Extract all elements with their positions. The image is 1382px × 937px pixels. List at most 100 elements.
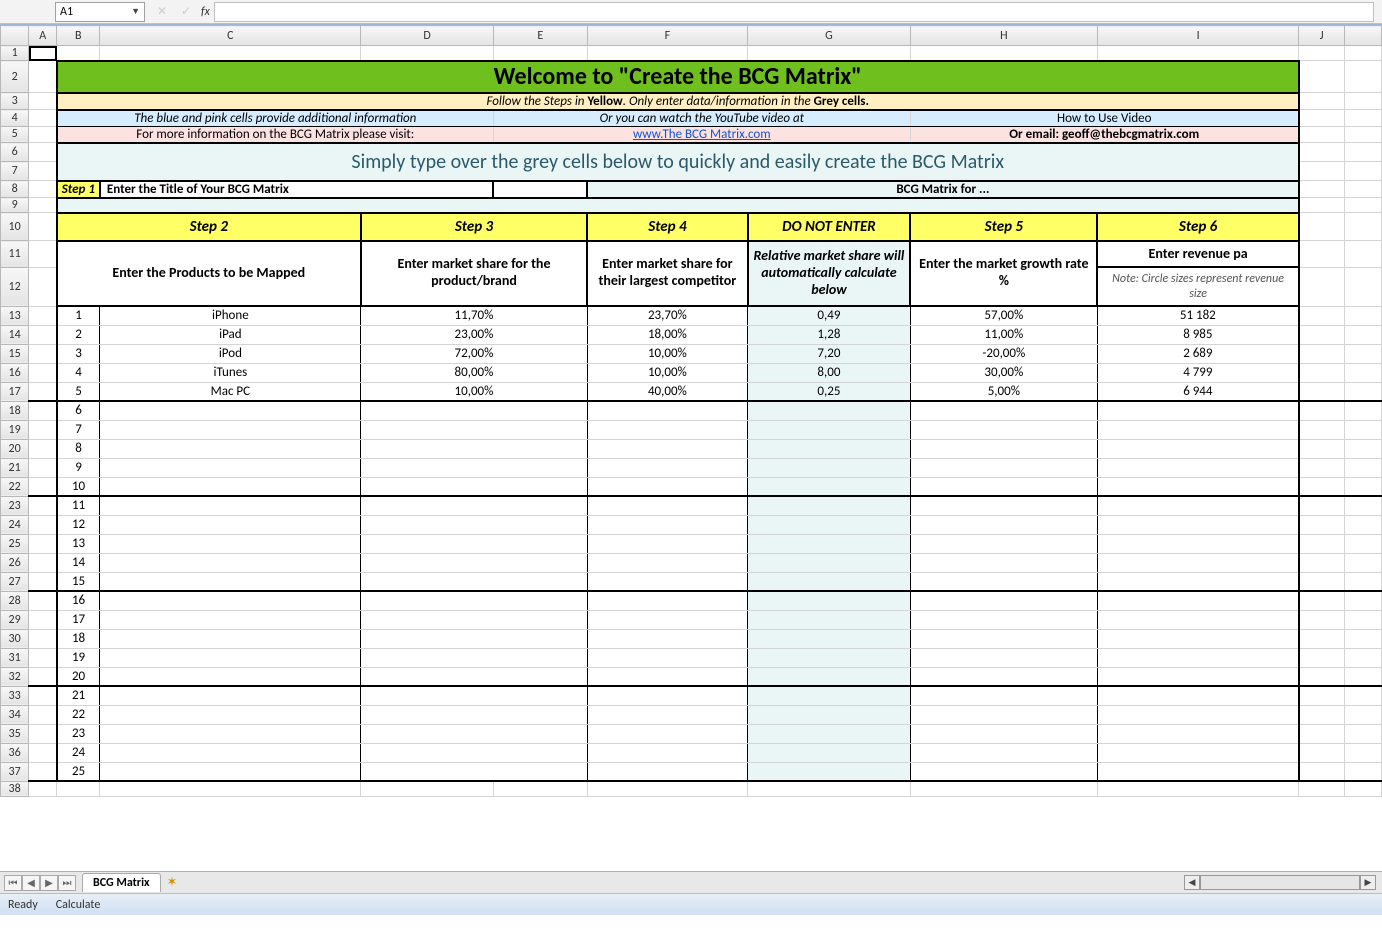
cell[interactable] (1345, 46, 1382, 61)
product-name[interactable] (100, 610, 361, 629)
cell[interactable] (1345, 534, 1382, 553)
row-header[interactable]: 37 (1, 762, 29, 781)
product-name[interactable] (100, 648, 361, 667)
growth-rate[interactable] (910, 705, 1097, 724)
growth-rate[interactable]: 30,00% (910, 363, 1097, 382)
row-header[interactable]: 21 (1, 458, 29, 477)
row-header[interactable]: 13 (1, 306, 29, 325)
revenue[interactable] (1097, 534, 1298, 553)
row-header[interactable]: 16 (1, 363, 29, 382)
growth-rate[interactable] (910, 743, 1097, 762)
product-name[interactable]: iPad (100, 325, 361, 344)
product-name[interactable] (100, 496, 361, 515)
product-share[interactable] (361, 439, 587, 458)
product-name[interactable] (100, 667, 361, 686)
product-share[interactable] (361, 515, 587, 534)
row-header[interactable]: 29 (1, 610, 29, 629)
selected-cell[interactable] (29, 46, 57, 61)
name-box[interactable]: A1 ▼ (55, 2, 145, 22)
cell[interactable] (1345, 572, 1382, 591)
scroll-right-icon[interactable]: ▶ (1360, 875, 1376, 890)
cell[interactable] (1299, 458, 1345, 477)
product-name[interactable] (100, 705, 361, 724)
competitor-share[interactable]: 18,00% (587, 325, 748, 344)
product-share[interactable] (361, 401, 587, 420)
cell[interactable] (1299, 591, 1345, 610)
cell[interactable] (29, 143, 57, 162)
growth-rate[interactable]: -20,00% (910, 344, 1097, 363)
cell[interactable] (57, 781, 100, 796)
cell[interactable] (1345, 267, 1382, 306)
revenue[interactable] (1097, 610, 1298, 629)
product-share[interactable] (361, 477, 587, 496)
cell[interactable] (29, 629, 57, 648)
growth-rate[interactable] (910, 458, 1097, 477)
competitor-share[interactable]: 23,70% (587, 306, 748, 325)
tab-first-icon[interactable]: ⏮ (4, 875, 22, 891)
cell[interactable] (1299, 110, 1345, 127)
growth-rate[interactable] (910, 667, 1097, 686)
cell[interactable] (29, 306, 57, 325)
chevron-down-icon[interactable]: ▼ (131, 6, 140, 17)
product-share[interactable] (361, 572, 587, 591)
cell[interactable] (29, 363, 57, 382)
revenue[interactable] (1097, 553, 1298, 572)
cell[interactable] (361, 46, 494, 61)
cell[interactable] (748, 781, 911, 796)
spreadsheet-grid[interactable]: ABCDEFGHIJ 12Welcome to "Create the BCG … (0, 24, 1382, 871)
cell[interactable] (1299, 306, 1345, 325)
col-header[interactable]: H (910, 26, 1097, 46)
cell[interactable] (1345, 420, 1382, 439)
cell[interactable] (1299, 667, 1345, 686)
growth-rate[interactable] (910, 553, 1097, 572)
competitor-share[interactable] (587, 610, 748, 629)
cell[interactable] (100, 46, 361, 61)
cell[interactable] (29, 401, 57, 420)
cell[interactable] (100, 781, 361, 796)
row-header[interactable]: 20 (1, 439, 29, 458)
cell[interactable] (29, 648, 57, 667)
growth-rate[interactable] (910, 439, 1097, 458)
cell[interactable] (29, 241, 57, 268)
cell[interactable] (1345, 705, 1382, 724)
cell[interactable] (29, 162, 57, 181)
cell[interactable] (1345, 306, 1382, 325)
cell[interactable] (910, 46, 1097, 61)
cell[interactable] (493, 181, 587, 198)
cell[interactable] (29, 515, 57, 534)
product-name[interactable]: iPod (100, 344, 361, 363)
growth-rate[interactable] (910, 420, 1097, 439)
cell[interactable] (1299, 382, 1345, 401)
revenue[interactable] (1097, 705, 1298, 724)
cell[interactable] (1345, 93, 1382, 110)
cell[interactable] (1345, 591, 1382, 610)
cell[interactable] (1299, 363, 1345, 382)
growth-rate[interactable]: 5,00% (910, 382, 1097, 401)
cell[interactable] (1345, 126, 1382, 143)
cell[interactable] (1345, 553, 1382, 572)
product-name[interactable]: iTunes (100, 363, 361, 382)
competitor-share[interactable] (587, 439, 748, 458)
cell[interactable] (493, 781, 587, 796)
col-header[interactable]: I (1097, 26, 1298, 46)
tab-last-icon[interactable]: ⏭ (58, 875, 76, 891)
product-share[interactable]: 11,70% (361, 306, 587, 325)
sheet-tab[interactable]: BCG Matrix (82, 873, 161, 892)
accept-formula-icon[interactable]: ✓ (177, 3, 195, 21)
product-share[interactable] (361, 762, 587, 781)
product-name[interactable] (100, 743, 361, 762)
cell[interactable] (1345, 496, 1382, 515)
growth-rate[interactable] (910, 629, 1097, 648)
cell[interactable] (29, 705, 57, 724)
cell[interactable] (1345, 363, 1382, 382)
col-header[interactable]: G (748, 26, 911, 46)
scroll-left-icon[interactable]: ◀ (1184, 875, 1200, 890)
product-name[interactable] (100, 572, 361, 591)
row-header[interactable]: 36 (1, 743, 29, 762)
row-header[interactable]: 25 (1, 534, 29, 553)
cell[interactable] (1345, 686, 1382, 705)
row-header[interactable]: 22 (1, 477, 29, 496)
revenue[interactable]: 4 799 (1097, 363, 1298, 382)
row-header[interactable]: 15 (1, 344, 29, 363)
col-header[interactable] (1345, 26, 1382, 46)
